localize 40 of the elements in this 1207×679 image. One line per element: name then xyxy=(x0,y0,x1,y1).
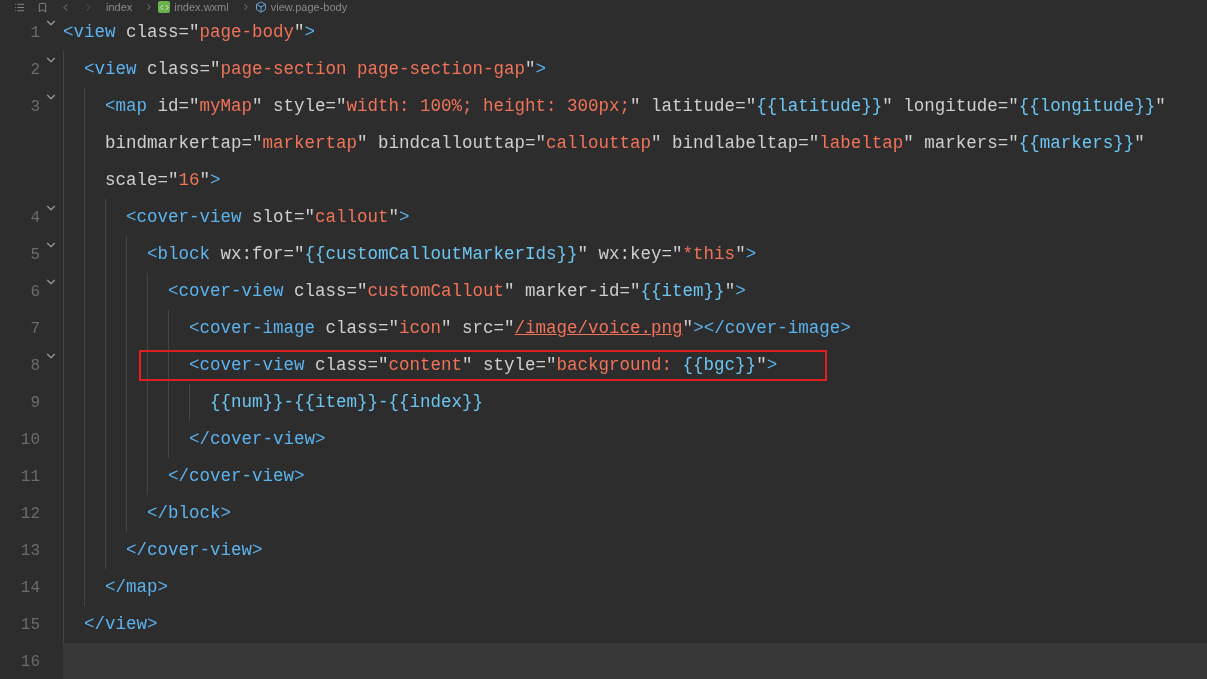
line-number: 8 xyxy=(30,356,40,375)
line-number: 3 xyxy=(30,97,40,116)
code-line: </cover-view> xyxy=(168,465,305,489)
line-number: 10 xyxy=(20,430,40,449)
code-line: <block wx:for="{{customCalloutMarkerIds}}" wx:key="*this"> xyxy=(147,243,757,267)
code-line: <map id="myMap" style="width: 100%; height: 300px;" latitude="{{latitude}}" longitude="{{longitude}}" xyxy=(105,95,1166,119)
code-line: </cover-view> xyxy=(126,539,263,563)
bookmark-icon[interactable] xyxy=(37,1,48,13)
file-icon xyxy=(158,1,171,13)
line-number: 7 xyxy=(30,319,40,338)
breadcrumb-item[interactable]: index.wxml xyxy=(174,0,229,14)
code-line: <cover-image class="icon" src="/image/voice.png"></cover-image> xyxy=(189,317,851,341)
code-line: </block> xyxy=(147,502,231,526)
cube-icon xyxy=(254,1,267,13)
line-number: 14 xyxy=(20,578,40,597)
code-line: <cover-view class="content" style="background: {{bgc}}"> xyxy=(189,354,778,378)
code-line: {{num}}-{{item}}-{{index}} xyxy=(210,391,484,415)
line-number: 1 xyxy=(30,23,40,42)
code-line: <cover-view class="customCallout" marker-id="{{item}}"> xyxy=(168,280,746,304)
code-line: <view class="page-section page-section-gap"> xyxy=(84,58,547,82)
line-number: 2 xyxy=(30,60,40,79)
line-number: 4 xyxy=(30,208,40,227)
line-number: 9 xyxy=(30,393,40,412)
line-number: 11 xyxy=(20,467,40,486)
code-line: <cover-view slot="callout"> xyxy=(126,206,410,230)
line-number: 16 xyxy=(20,652,40,671)
list-icon[interactable] xyxy=(14,1,25,13)
code-line: <view class="page-body"> xyxy=(63,21,316,45)
breadcrumb-item[interactable]: index xyxy=(106,0,133,14)
code-line: </view> xyxy=(84,613,158,637)
breadcrumb-item[interactable]: view.page-body xyxy=(270,0,348,14)
code-line: scale="16"> xyxy=(105,169,221,193)
line-number: 5 xyxy=(30,245,40,264)
code-line: </cover-view> xyxy=(189,428,326,452)
line-number: 13 xyxy=(20,541,40,560)
line-number: 15 xyxy=(20,615,40,634)
code-line: </map> xyxy=(105,576,168,600)
line-number: 6 xyxy=(30,282,40,301)
line-number: 12 xyxy=(20,504,40,523)
code-line: bindmarkertap="markertap" bindcallouttap="callouttap" bindlabeltap="labeltap" markers="{{markers}}" xyxy=(105,132,1145,156)
